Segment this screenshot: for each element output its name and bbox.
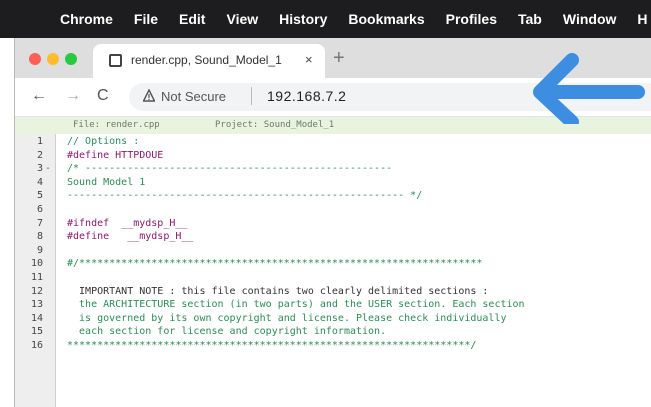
code-text: #define __mydsp_H__ <box>67 231 194 243</box>
code-line: 15 each section for license and copyrigh… <box>15 326 651 339</box>
code-line: 10 #/************************************… <box>15 258 651 271</box>
code-text: /* -------------------------------------… <box>67 163 393 175</box>
menu-chrome[interactable]: Chrome <box>60 11 113 27</box>
back-button[interactable]: ← <box>31 87 47 105</box>
code-line: 3- /* -----------------------------------… <box>15 163 651 176</box>
tab-title: render.cpp, Sound_Model_1 <box>131 53 282 67</box>
code-line: 13 the ARCHITECTURE section (in two part… <box>15 299 651 312</box>
menu-history[interactable]: History <box>279 11 327 27</box>
line-number: 15 <box>30 326 43 338</box>
line-number: 8 <box>36 231 43 243</box>
code-line: 1 // Options : <box>15 136 651 149</box>
macos-menu-bar: Chrome File Edit View History Bookmarks … <box>0 0 651 38</box>
code-text: each section for license and copyright i… <box>67 326 387 338</box>
code-text: IMPORTANT NOTE : this file contains two … <box>67 285 489 297</box>
line-number: 13 <box>30 299 43 311</box>
code-text: // Options : <box>67 136 140 147</box>
menu-window[interactable]: Window <box>563 11 617 27</box>
code-line: 16 **************************************… <box>15 340 651 353</box>
menu-tab[interactable]: Tab <box>518 11 542 27</box>
code-text: #ifndef __mydsp_H__ <box>67 217 188 229</box>
code-text: ----------------------------------------… <box>67 190 423 202</box>
line-number: 6 <box>36 204 43 215</box>
menu-bookmarks[interactable]: Bookmarks <box>348 11 424 27</box>
minimize-window-button[interactable] <box>47 53 59 65</box>
menu-file[interactable]: File <box>134 11 158 27</box>
file-name-label: File: render.cpp <box>73 120 160 130</box>
forward-button[interactable]: → <box>65 87 81 105</box>
new-tab-button[interactable]: + <box>333 47 345 70</box>
line-number: 14 <box>30 312 43 324</box>
blue-arrow-annotation-icon <box>533 53 645 124</box>
line-number: 5 <box>36 190 43 202</box>
line-number: 2 <box>36 149 43 161</box>
zoom-window-button[interactable] <box>65 53 77 65</box>
code-viewer: File: render.cpp Project: Sound_Model_1 … <box>15 117 651 407</box>
code-line: 4 Sound Model 1 <box>15 177 651 190</box>
security-status-label[interactable]: Not Secure <box>161 89 226 104</box>
line-number: 7 <box>36 217 43 229</box>
code-text: Sound Model 1 <box>67 176 146 188</box>
line-number: 12 <box>30 285 43 297</box>
menu-profiles[interactable]: Profiles <box>446 11 497 27</box>
menu-view[interactable]: View <box>226 11 258 27</box>
line-number: 4 <box>36 176 43 188</box>
tab-active[interactable]: render.cpp, Sound_Model_1 × <box>93 44 325 78</box>
project-name-label: Project: Sound_Model_1 <box>215 120 335 130</box>
fold-marker-icon[interactable]: - <box>45 163 51 174</box>
line-number: 9 <box>36 244 43 256</box>
address-separator <box>251 87 252 105</box>
line-number: 3 <box>36 163 43 175</box>
code-line: 6 <box>15 204 651 217</box>
code-line: 9 <box>15 245 651 258</box>
tab-close-icon[interactable]: × <box>305 52 313 67</box>
line-number: 16 <box>30 340 43 351</box>
code-line: 2 #define HTTPDOUE <box>15 150 651 163</box>
menu-edit[interactable]: Edit <box>179 11 205 27</box>
code-text: #define HTTPDOUE <box>67 149 164 161</box>
warning-triangle-icon[interactable] <box>143 89 155 103</box>
code-text: is governed by its own copyright and lic… <box>67 312 507 324</box>
url-text[interactable]: 192.168.7.2 <box>267 88 346 104</box>
code-text: the ARCHITECTURE section (in two parts) … <box>67 299 525 311</box>
code-line: 14 is governed by its own copyright and … <box>15 313 651 326</box>
line-number: 1 <box>36 136 43 147</box>
menu-help[interactable]: H <box>637 11 647 27</box>
code-line: 7 #ifndef __mydsp_H__ <box>15 218 651 231</box>
page-favicon-icon <box>109 54 122 67</box>
code-line: 5 ---------------------------------------… <box>15 190 651 203</box>
code-line: 12 IMPORTANT NOTE : this file contains t… <box>15 286 651 299</box>
close-window-button[interactable] <box>29 53 41 65</box>
line-number: 11 <box>30 272 43 283</box>
line-number: 10 <box>30 258 43 270</box>
code-text: #/**************************************… <box>67 258 483 270</box>
code-text: ****************************************… <box>67 340 477 351</box>
reload-button[interactable]: C <box>97 87 109 105</box>
code-line: 8 #define __mydsp_H__ <box>15 231 651 244</box>
code-line: 11 <box>15 272 651 285</box>
